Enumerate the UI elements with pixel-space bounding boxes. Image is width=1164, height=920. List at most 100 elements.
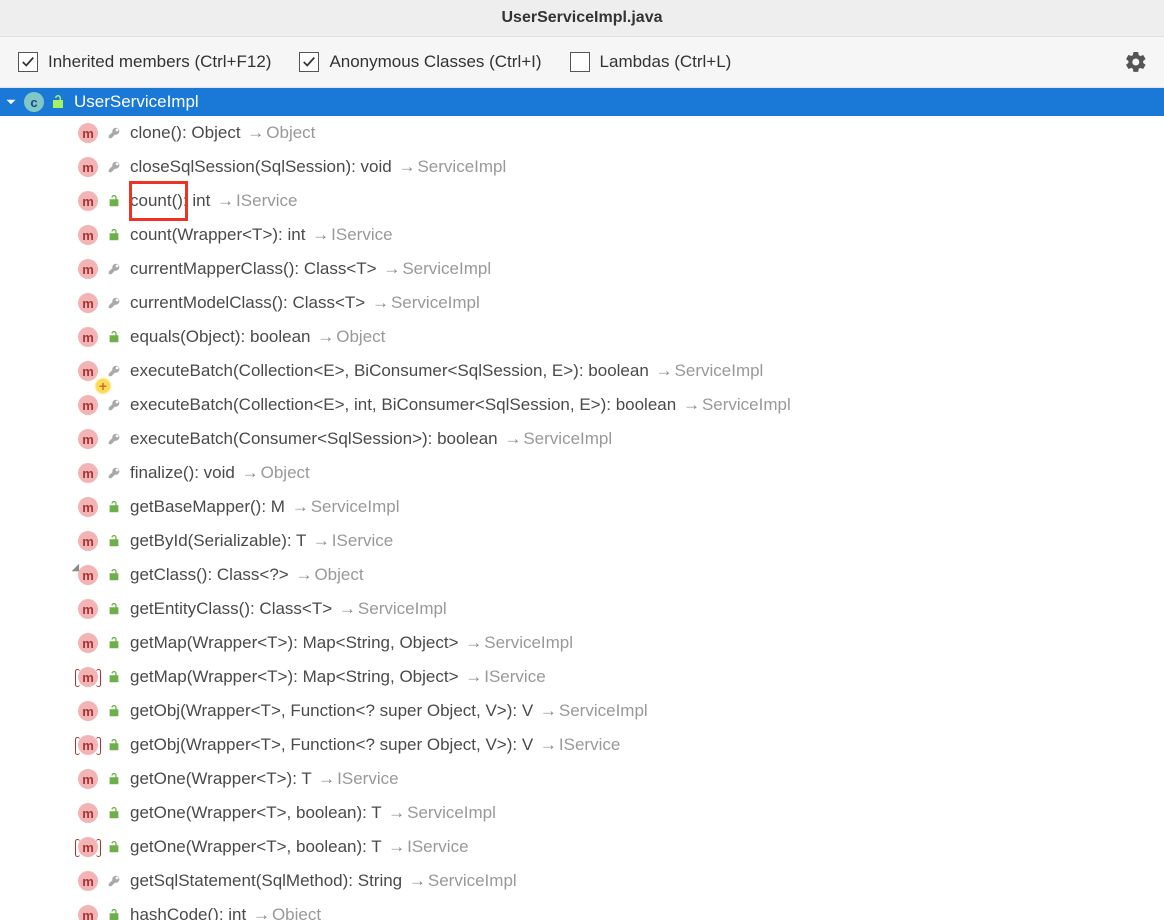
member-row[interactable]: m currentModelClass(): Class<T> →ServiceI… <box>0 286 1164 320</box>
option-checkbox[interactable]: Inherited members (Ctrl+F12) <box>18 52 271 72</box>
unlock-icon <box>106 601 122 617</box>
method-icon: m <box>78 531 98 551</box>
unlock-icon <box>106 737 122 753</box>
member-row[interactable]: mcount(): int →IService <box>0 184 1164 218</box>
chevron-down-icon[interactable] <box>2 93 20 111</box>
method-icon: m <box>78 123 98 143</box>
member-signature: closeSqlSession(SqlSession): void →Servi… <box>130 157 506 177</box>
member-signature: getOne(Wrapper<T>, boolean): T →IService <box>130 837 469 857</box>
member-signature: count(): int →IService <box>130 191 297 211</box>
member-row[interactable]: mcurrentMapperClass(): Class<T> →Service… <box>0 252 1164 286</box>
method-icon: m <box>78 803 98 823</box>
member-row[interactable]: m getBaseMapper(): M →ServiceImpl <box>0 490 1164 524</box>
method-icon: m <box>78 735 98 755</box>
unlock-icon <box>106 567 122 583</box>
unlock-icon <box>106 329 122 345</box>
unlock-icon <box>106 771 122 787</box>
member-row[interactable]: m getMap(Wrapper<T>): Map<String, Object>… <box>0 626 1164 660</box>
member-row[interactable]: mgetObj(Wrapper<T>, Function<? super Obj… <box>0 694 1164 728</box>
key-icon <box>106 261 122 277</box>
key-icon <box>106 873 122 889</box>
unlock-icon <box>106 635 122 651</box>
method-icon: m <box>78 463 98 483</box>
key-icon <box>106 431 122 447</box>
unlock-icon <box>106 533 122 549</box>
member-signature: getSqlStatement(SqlMethod): String →Serv… <box>130 871 517 891</box>
member-signature: getObj(Wrapper<T>, Function<? super Obje… <box>130 701 648 721</box>
member-row[interactable]: m getSqlStatement(SqlMethod): String →Ser… <box>0 864 1164 898</box>
member-signature: currentModelClass(): Class<T> →ServiceIm… <box>130 293 480 313</box>
unlock-icon <box>106 499 122 515</box>
unlock-icon <box>50 94 66 110</box>
member-signature: executeBatch(Consumer<SqlSession>): bool… <box>130 429 612 449</box>
class-icon: c <box>24 92 44 112</box>
key-icon <box>106 397 122 413</box>
option-label: Anonymous Classes (Ctrl+I) <box>329 52 541 72</box>
key-icon <box>106 363 122 379</box>
member-list[interactable]: m clone(): Object →Object m closeSqlSession… <box>0 116 1164 920</box>
member-signature: getOne(Wrapper<T>): T →IService <box>130 769 399 789</box>
member-row[interactable]: m getObj(Wrapper<T>, Function<? super Obj… <box>0 728 1164 762</box>
method-icon: m <box>78 293 98 313</box>
method-icon: m <box>78 157 98 177</box>
method-icon: m <box>78 905 98 920</box>
member-row[interactable]: m closeSqlSession(SqlSession): void →Serv… <box>0 150 1164 184</box>
member-row[interactable]: m count(Wrapper<T>): int →IService <box>0 218 1164 252</box>
member-row[interactable]: mhashCode(): int →Object <box>0 898 1164 920</box>
member-row[interactable]: m getOne(Wrapper<T>, boolean): T →Service… <box>0 796 1164 830</box>
method-icon: m <box>78 769 98 789</box>
member-signature: getEntityClass(): Class<T> →ServiceImpl <box>130 599 447 619</box>
member-signature: clone(): Object →Object <box>130 123 315 143</box>
member-row[interactable]: m◢getClass(): Class<?> →Object <box>0 558 1164 592</box>
checkbox-icon[interactable] <box>18 52 38 72</box>
member-row[interactable]: m executeBatch(Consumer<SqlSession>): boo… <box>0 422 1164 456</box>
member-signature: getOne(Wrapper<T>, boolean): T →ServiceI… <box>130 803 496 823</box>
method-icon: m <box>78 225 98 245</box>
member-row[interactable]: m getOne(Wrapper<T>, boolean): T →IServic… <box>0 830 1164 864</box>
member-row[interactable]: m getOne(Wrapper<T>): T →IService <box>0 762 1164 796</box>
method-icon: m <box>78 395 98 415</box>
key-icon <box>106 465 122 481</box>
checkbox-icon[interactable] <box>299 52 319 72</box>
member-row[interactable]: mgetMap(Wrapper<T>): Map<String, Object>… <box>0 660 1164 694</box>
unlock-icon <box>106 669 122 685</box>
unlock-icon <box>106 193 122 209</box>
class-name: UserServiceImpl <box>74 92 199 112</box>
member-row[interactable]: mgetEntityClass(): Class<T> →ServiceImpl <box>0 592 1164 626</box>
method-icon: m <box>78 327 98 347</box>
option-checkbox[interactable]: Anonymous Classes (Ctrl+I) <box>299 52 541 72</box>
member-row[interactable]: m equals(Object): boolean →Object <box>0 320 1164 354</box>
member-row[interactable]: m clone(): Object →Object <box>0 116 1164 150</box>
member-signature: getObj(Wrapper<T>, Function<? super Obje… <box>130 735 620 755</box>
option-label: Inherited members (Ctrl+F12) <box>48 52 271 72</box>
key-icon <box>106 159 122 175</box>
member-signature: count(Wrapper<T>): int →IService <box>130 225 393 245</box>
method-icon: m <box>78 497 98 517</box>
member-signature: getClass(): Class<?> →Object <box>130 565 364 585</box>
unlock-icon <box>106 703 122 719</box>
method-icon: m <box>78 871 98 891</box>
member-signature: getById(Serializable): T →IService <box>130 531 393 551</box>
option-checkbox[interactable]: Lambdas (Ctrl+L) <box>570 52 732 72</box>
unlock-icon <box>106 805 122 821</box>
gear-icon[interactable] <box>1124 50 1148 74</box>
member-signature: executeBatch(Collection<E>, BiConsumer<S… <box>130 361 763 381</box>
member-signature: getBaseMapper(): M →ServiceImpl <box>130 497 400 517</box>
method-icon: m <box>78 837 98 857</box>
member-signature: currentMapperClass(): Class<T> →ServiceI… <box>130 259 491 279</box>
options-bar: Inherited members (Ctrl+F12) Anonymous C… <box>0 37 1164 88</box>
class-header[interactable]: c UserServiceImpl <box>0 88 1164 116</box>
method-icon: m <box>78 667 98 687</box>
method-icon: m <box>78 429 98 449</box>
member-signature: finalize(): void →Object <box>130 463 310 483</box>
title-bar: UserServiceImpl.java <box>0 0 1164 37</box>
member-row[interactable]: m finalize(): void →Object <box>0 456 1164 490</box>
checkbox-icon[interactable] <box>570 52 590 72</box>
member-row[interactable]: mexecuteBatch(Collection<E>, BiConsumer<… <box>0 354 1164 388</box>
member-row[interactable]: mexecuteBatch(Collection<E>, int, BiCons… <box>0 388 1164 422</box>
member-signature: getMap(Wrapper<T>): Map<String, Object> … <box>130 633 573 653</box>
member-signature: equals(Object): boolean →Object <box>130 327 385 347</box>
unlock-icon <box>106 227 122 243</box>
member-row[interactable]: m getById(Serializable): T →IService <box>0 524 1164 558</box>
method-icon: m <box>78 633 98 653</box>
